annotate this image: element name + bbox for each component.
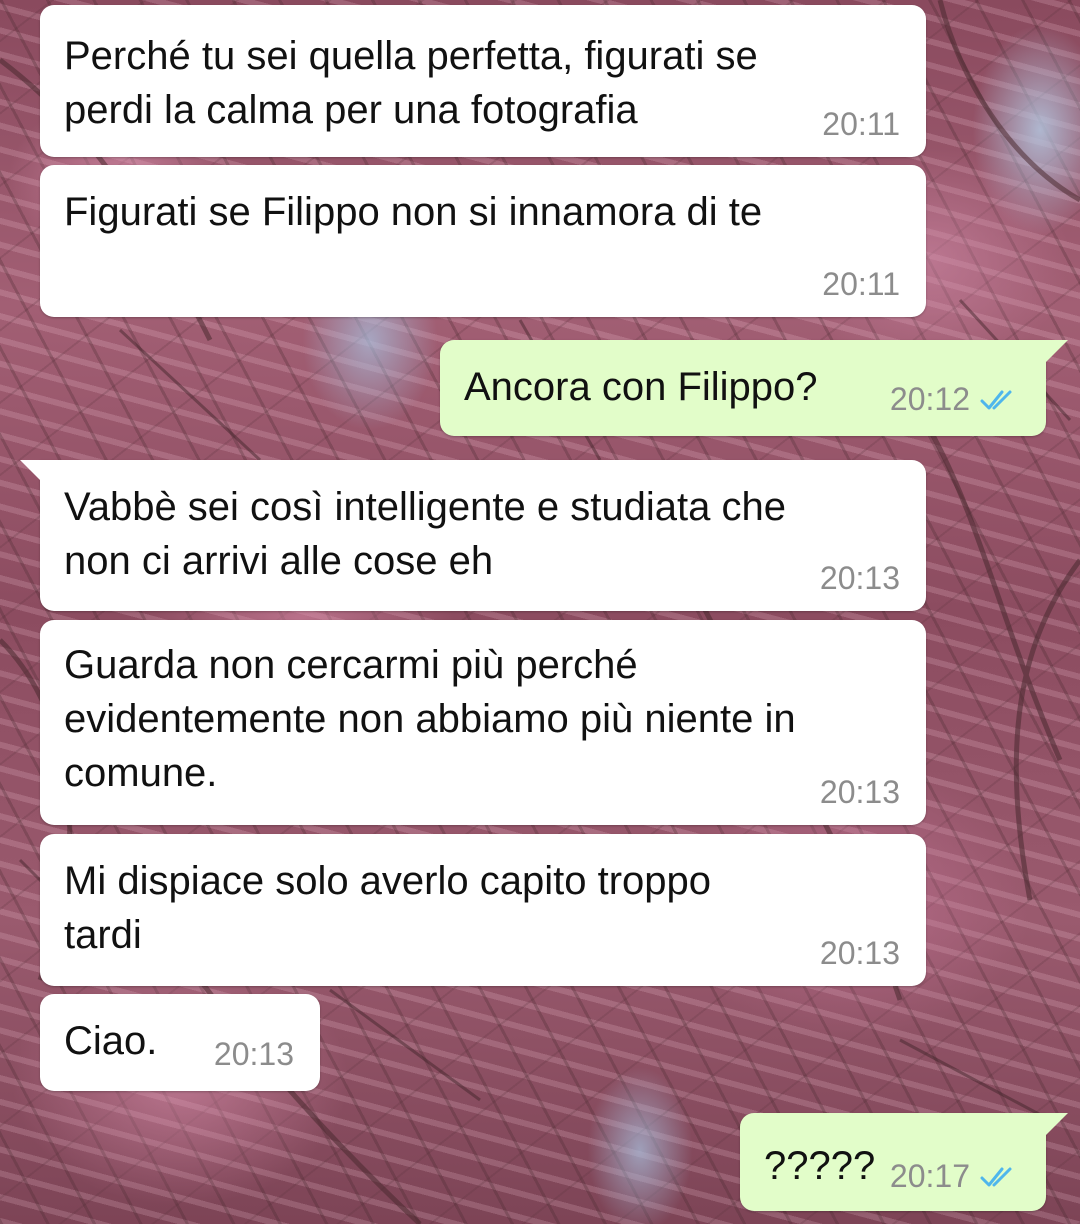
- message-timestamp: 20:13: [819, 935, 900, 971]
- message-timestamp: 20:11: [822, 106, 900, 142]
- message-meta: 20:17: [890, 1158, 1020, 1195]
- double-check-read-icon: [980, 390, 1012, 409]
- message-meta: 20:13: [820, 774, 900, 811]
- message-bubble-incoming[interactable]: Figurati se Filippo non si innamora di t…: [40, 165, 926, 317]
- chat-message-list[interactable]: Perché tu sei quella perfetta, figurati …: [0, 0, 1080, 1224]
- message-timestamp: 20:12: [889, 381, 970, 417]
- message-meta: 20:13: [214, 1036, 294, 1073]
- message-text: Figurati se Filippo non si innamora di t…: [64, 190, 763, 234]
- message-timestamp: 20:11: [822, 266, 900, 302]
- message-timestamp: 20:13: [213, 1036, 294, 1072]
- message-text: Ancora con Filippo?: [464, 365, 818, 409]
- message-timestamp: 20:13: [819, 774, 900, 810]
- message-text: Ciao.: [64, 1019, 158, 1063]
- message-meta: 20:11: [822, 266, 900, 303]
- message-text: Perché tu sei quella perfetta, figurati …: [64, 34, 758, 132]
- message-text: Mi dispiace solo averlo capito troppo ta…: [64, 859, 712, 957]
- message-text: Vabbè sei così intelligente e studiata c…: [64, 485, 786, 583]
- message-bubble-incoming[interactable]: Mi dispiace solo averlo capito troppo ta…: [40, 834, 926, 986]
- message-bubble-outgoing[interactable]: Ancora con Filippo? 20:12: [440, 340, 1068, 436]
- message-text: ?????: [764, 1144, 876, 1188]
- message-meta: 20:12: [890, 381, 1020, 418]
- message-text: Guarda non cercarmi più perché evidentem…: [64, 643, 796, 795]
- message-meta: 20:13: [820, 560, 900, 597]
- message-timestamp: 20:17: [889, 1158, 970, 1194]
- message-timestamp: 20:13: [819, 560, 900, 596]
- bubble-tail: [1046, 1113, 1068, 1135]
- bubble-tail: [20, 460, 42, 482]
- message-meta: 20:13: [820, 935, 900, 972]
- message-bubble-outgoing[interactable]: ????? 20:17: [740, 1113, 1068, 1211]
- message-bubble-incoming[interactable]: Perché tu sei quella perfetta, figurati …: [40, 5, 926, 157]
- message-bubble-incoming[interactable]: Guarda non cercarmi più perché evidentem…: [40, 620, 926, 825]
- message-bubble-incoming[interactable]: Ciao. 20:13: [40, 994, 320, 1091]
- bubble-tail: [1046, 340, 1068, 362]
- double-check-read-icon: [980, 1167, 1012, 1186]
- message-bubble-incoming[interactable]: Vabbè sei così intelligente e studiata c…: [20, 460, 926, 611]
- message-meta: 20:11: [822, 106, 900, 143]
